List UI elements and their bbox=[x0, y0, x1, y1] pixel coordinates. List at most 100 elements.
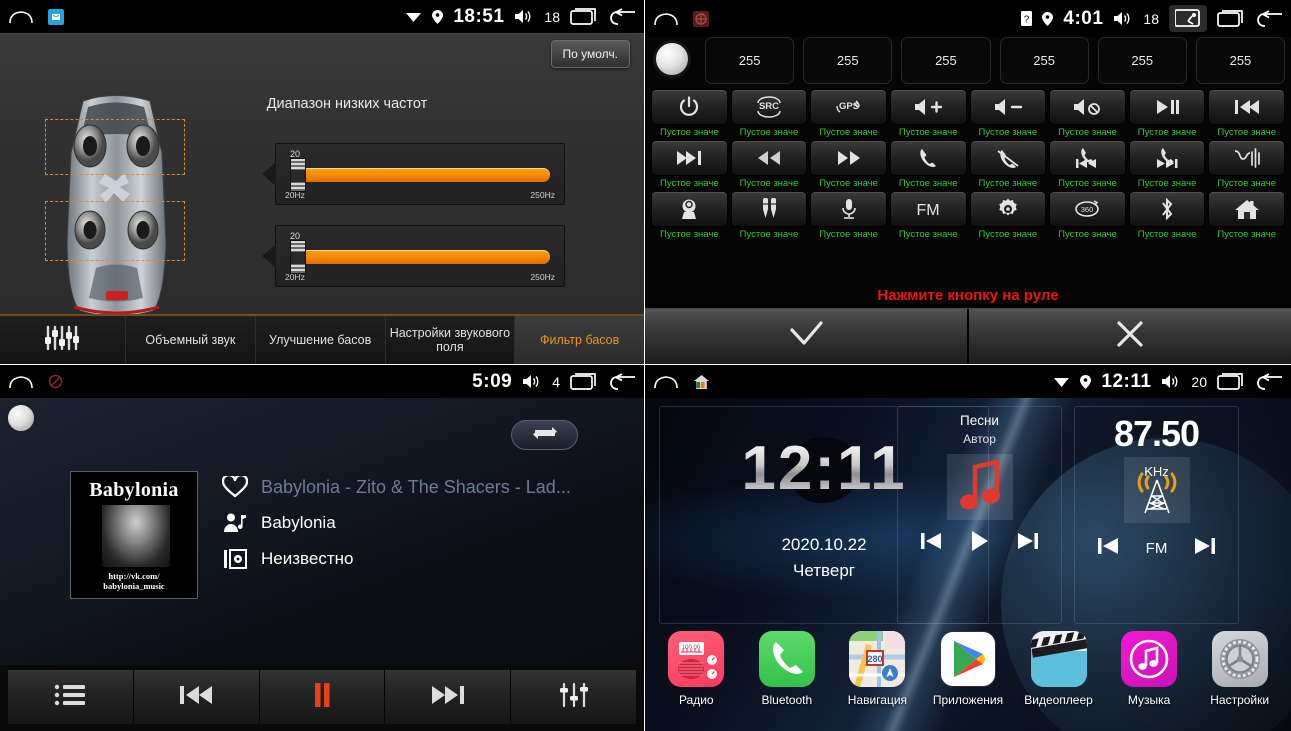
back-icon[interactable] bbox=[1255, 373, 1283, 390]
swc-item-settings[interactable]: Пустое значе bbox=[969, 191, 1047, 240]
dock-item-bluetooth[interactable]: Bluetooth bbox=[748, 631, 826, 707]
gps-icon[interactable]: GPS bbox=[810, 89, 887, 125]
tab-equalizer[interactable] bbox=[0, 316, 126, 364]
swc-item-bluetooth[interactable]: Пустое значе bbox=[1128, 191, 1206, 240]
recents-icon[interactable] bbox=[570, 8, 598, 25]
call-end-icon[interactable] bbox=[969, 140, 1047, 176]
volume-up-icon[interactable] bbox=[889, 89, 967, 125]
swc-item-previous[interactable]: Пустое значе bbox=[1208, 89, 1285, 138]
dock-item-apps[interactable]: Приложения bbox=[929, 631, 1007, 707]
dock-item-video[interactable]: Видеоплеер bbox=[1020, 631, 1098, 707]
slider-knob[interactable] bbox=[290, 158, 306, 192]
src-icon[interactable]: SRC bbox=[730, 89, 808, 125]
volume-down-icon[interactable] bbox=[969, 89, 1047, 125]
home-icon[interactable] bbox=[8, 374, 34, 390]
swc-item-volume-down[interactable]: Пустое значе bbox=[969, 89, 1047, 138]
aux-icon[interactable] bbox=[730, 191, 808, 227]
swc-item-call-end[interactable]: Пустое значе bbox=[969, 140, 1047, 189]
gear-icon[interactable] bbox=[969, 191, 1047, 227]
radio-band[interactable]: FM bbox=[1146, 540, 1168, 557]
adc-value-box[interactable]: 255 bbox=[1195, 37, 1286, 84]
confirm-button[interactable] bbox=[645, 309, 967, 364]
recents-icon[interactable] bbox=[1217, 373, 1245, 390]
next-track-icon[interactable] bbox=[651, 140, 728, 176]
swc-item-play-pause[interactable]: Пустое значе bbox=[1128, 89, 1206, 138]
swc-item-rewind[interactable]: Пустое значе bbox=[730, 140, 808, 189]
rear-speakers-selection[interactable] bbox=[45, 201, 185, 261]
bass-slider-1[interactable]: 20 20Hz 250Hz bbox=[262, 143, 565, 205]
default-button[interactable]: По умолч. bbox=[550, 40, 630, 68]
back-icon[interactable] bbox=[608, 373, 636, 390]
recents-icon[interactable] bbox=[1217, 10, 1245, 27]
radio-widget[interactable]: 87.50 KHz FM bbox=[1074, 406, 1239, 624]
bass-slider-2[interactable]: 20 20Hz 250Hz bbox=[262, 225, 565, 287]
power-icon[interactable] bbox=[651, 89, 728, 125]
camera-icon[interactable] bbox=[651, 191, 728, 227]
previous-button[interactable] bbox=[133, 670, 260, 724]
dock-item-settings[interactable]: Настройки bbox=[1201, 631, 1279, 707]
dock-item-navigation[interactable]: 280 Навигация bbox=[838, 631, 916, 707]
home-icon[interactable] bbox=[653, 11, 679, 27]
call-prev-icon[interactable] bbox=[1049, 140, 1126, 176]
app-badge-icon[interactable] bbox=[48, 8, 64, 25]
rotary-knob[interactable] bbox=[6, 403, 36, 433]
tab-bass-filter[interactable]: Фильтр басов bbox=[515, 316, 644, 364]
next-button[interactable] bbox=[385, 670, 512, 724]
equalizer-button[interactable] bbox=[511, 670, 636, 724]
swc-item-power[interactable]: Пустое значе bbox=[651, 89, 728, 138]
widget-play-icon[interactable] bbox=[967, 529, 991, 558]
bluetooth-icon[interactable] bbox=[1128, 191, 1206, 227]
heart-icon[interactable] bbox=[222, 476, 248, 498]
swc-item-360-view[interactable]: 360 Пустое значе bbox=[1049, 191, 1126, 240]
swc-item-fm[interactable]: FM Пустое значе bbox=[889, 191, 967, 240]
swc-item-call-answer[interactable]: Пустое значе bbox=[889, 140, 967, 189]
back-icon[interactable] bbox=[1255, 10, 1283, 27]
swc-item-microphone[interactable]: Пустое значе bbox=[810, 191, 887, 240]
swc-item-next[interactable]: Пустое значе bbox=[651, 140, 728, 189]
slider-track[interactable] bbox=[298, 250, 550, 264]
microphone-icon[interactable] bbox=[810, 191, 887, 227]
swc-item-call-prev[interactable]: Пустое значе bbox=[1049, 140, 1126, 189]
carplay-icon[interactable] bbox=[1169, 5, 1207, 32]
slider-knob[interactable] bbox=[290, 240, 306, 274]
house-app-icon[interactable] bbox=[693, 374, 710, 390]
pause-button[interactable] bbox=[259, 670, 386, 724]
call-answer-icon[interactable] bbox=[889, 140, 967, 176]
adc-value-box[interactable]: 255 bbox=[1097, 37, 1187, 84]
adc-value-box[interactable]: 255 bbox=[901, 37, 991, 84]
home-icon[interactable] bbox=[8, 9, 34, 25]
dock-item-music[interactable]: Музыка bbox=[1110, 631, 1188, 707]
music-widget[interactable]: Песни Автор bbox=[897, 406, 1062, 624]
swc-item-src[interactable]: SRC Пустое значе bbox=[730, 89, 808, 138]
fm-icon[interactable]: FM bbox=[889, 191, 967, 227]
tab-sound-field[interactable]: Настройки звукового поля bbox=[386, 316, 516, 364]
swc-item-voice[interactable]: Пустое значе bbox=[1208, 140, 1285, 189]
adc-value-box[interactable]: 255 bbox=[999, 37, 1089, 84]
rotary-knob[interactable] bbox=[653, 40, 691, 78]
widget-next-icon[interactable] bbox=[1015, 530, 1041, 557]
swc-item-aux[interactable]: Пустое значе bbox=[730, 191, 808, 240]
home-icon[interactable] bbox=[1208, 191, 1285, 227]
swc-item-volume-up[interactable]: Пустое значе bbox=[889, 89, 967, 138]
playlist-button[interactable] bbox=[8, 670, 134, 724]
voice-wave-icon[interactable] bbox=[1208, 140, 1285, 176]
tab-bass-boost[interactable]: Улучшение басов bbox=[256, 316, 386, 364]
swc-item-fast-forward[interactable]: Пустое значе bbox=[810, 140, 887, 189]
adc-value-box[interactable]: 255 bbox=[705, 37, 795, 84]
swc-item-call-next[interactable]: Пустое значе bbox=[1128, 140, 1206, 189]
swc-item-mute[interactable]: Пустое значе bbox=[1049, 89, 1126, 138]
call-next-icon[interactable] bbox=[1128, 140, 1206, 176]
rewind-icon[interactable] bbox=[730, 140, 808, 176]
swc-item-gps[interactable]: GPS Пустое значе bbox=[810, 89, 887, 138]
play-pause-icon[interactable] bbox=[1128, 89, 1206, 125]
widget-next-icon[interactable] bbox=[1192, 535, 1218, 562]
front-speakers-selection[interactable] bbox=[45, 119, 185, 175]
tab-surround-sound[interactable]: Объемный звук bbox=[126, 316, 256, 364]
app-badge-icon[interactable] bbox=[693, 10, 709, 27]
adc-value-box[interactable]: 255 bbox=[803, 37, 893, 84]
repeat-button[interactable] bbox=[511, 420, 578, 450]
back-icon[interactable] bbox=[608, 8, 636, 25]
slider-track[interactable] bbox=[298, 168, 550, 182]
swc-item-home[interactable]: Пустое значе bbox=[1208, 191, 1285, 240]
fast-forward-icon[interactable] bbox=[810, 140, 887, 176]
